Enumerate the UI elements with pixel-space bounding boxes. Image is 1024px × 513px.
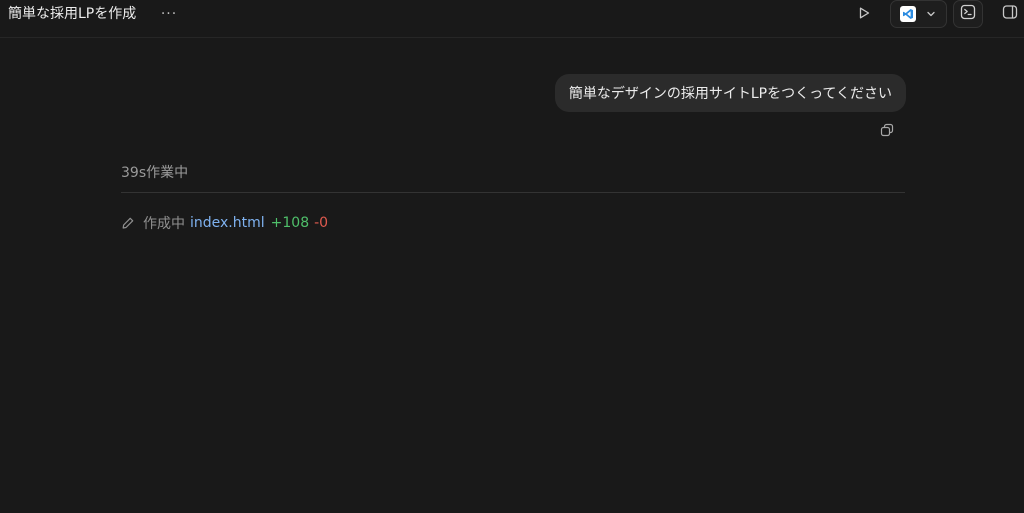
lines-removed-count: -0 xyxy=(314,215,329,231)
divider xyxy=(121,192,905,193)
terminal-button[interactable] xyxy=(953,0,983,28)
copy-icon xyxy=(880,122,894,141)
lines-added-count: +108 xyxy=(270,215,310,231)
pencil-icon xyxy=(121,216,135,230)
edit-action-label: 作成中 xyxy=(143,216,185,232)
open-in-editor-button[interactable] xyxy=(890,0,947,28)
sidebar-panel-icon xyxy=(1002,4,1018,24)
toggle-panel-button[interactable] xyxy=(998,3,1022,25)
chevron-down-icon xyxy=(926,9,936,19)
user-message-bubble: 簡単なデザインの採用サイトLPをつくってください xyxy=(554,74,906,112)
page-title: 簡単な採用LPを作成 xyxy=(8,6,137,22)
play-icon xyxy=(857,5,871,24)
title-bar: 簡単な採用LPを作成 ··· xyxy=(0,0,1024,38)
vscode-icon xyxy=(900,6,916,22)
file-edit-row: 作成中 index.html +108 -0 xyxy=(121,213,328,233)
copy-message-button[interactable] xyxy=(879,123,895,139)
file-link[interactable]: index.html xyxy=(190,215,265,231)
terminal-icon xyxy=(960,4,976,24)
run-button[interactable] xyxy=(852,3,876,25)
more-options-button[interactable]: ··· xyxy=(158,4,180,24)
work-duration-status: 39s作業中 xyxy=(121,165,189,181)
